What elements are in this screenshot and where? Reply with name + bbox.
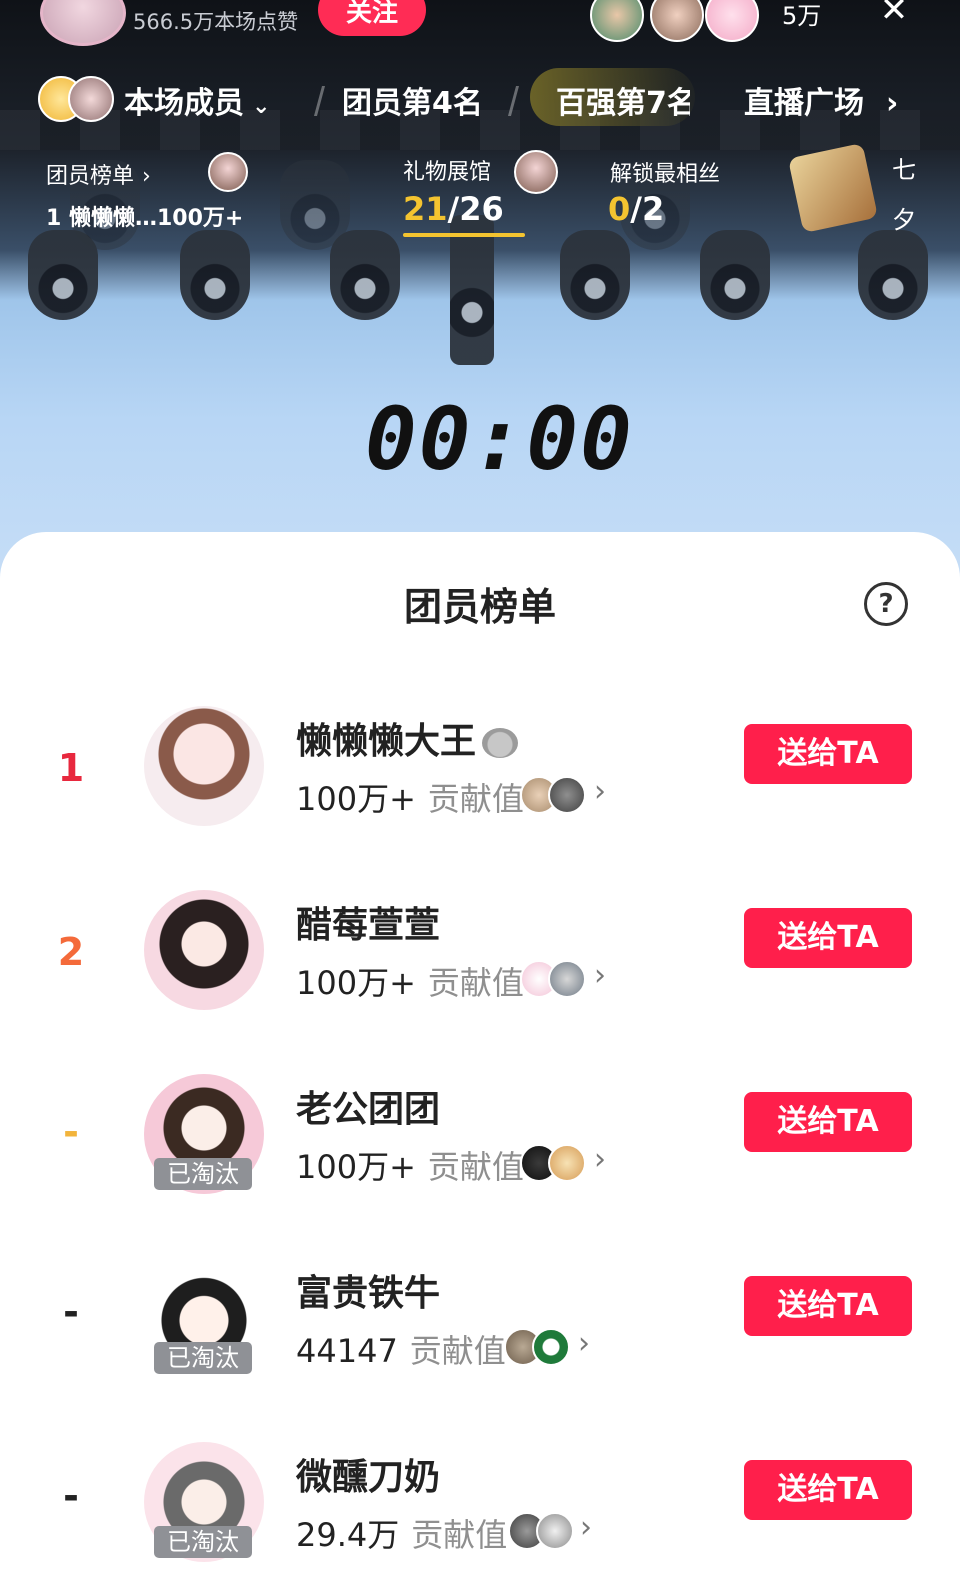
member-row[interactable]: - 已淘汰 富贵铁牛 44147 贡献值 › 送给TA — [0, 1254, 960, 1404]
close-icon[interactable]: ✕ — [878, 0, 910, 27]
give-gift-button[interactable]: 送给TA — [744, 724, 912, 784]
chevron-right-icon: › — [142, 164, 151, 189]
score-label: 贡献值 — [411, 1516, 508, 1554]
member-avatar[interactable] — [144, 890, 264, 1010]
score-label: 贡献值 — [409, 1332, 506, 1370]
gift-hall-total: /26 — [447, 190, 504, 228]
qixi-label[interactable]: 夕 — [892, 200, 916, 235]
member-row[interactable]: 2 醋莓萱萱 100万+ 贡献值 › 送给TA — [0, 886, 960, 1036]
member-avatar — [68, 76, 114, 122]
likes-count: 566.5万本场点赞 — [133, 10, 299, 34]
score-label: 贡献值 — [427, 780, 524, 818]
qixi-label[interactable]: 七 — [892, 150, 916, 185]
chevron-right-icon[interactable]: › — [594, 774, 606, 809]
member-name-text: 懒懒懒大王 — [296, 721, 477, 762]
gift-hall-count: 21 — [403, 190, 448, 228]
eliminated-badge: 已淘汰 — [154, 1526, 252, 1558]
member-avatar[interactable] — [144, 706, 264, 826]
panel-title: 团员榜单 — [403, 585, 556, 629]
eliminated-badge: 已淘汰 — [154, 1158, 252, 1190]
members-tab[interactable]: 本场成员 ⌄ — [124, 78, 270, 122]
member-name: 微醺刀奶 — [296, 1457, 441, 1498]
member-name: 老公团团 — [296, 1089, 441, 1130]
plaza-tab-label: 直播广场 — [744, 86, 864, 121]
unlock-progress[interactable]: 0/2 — [608, 190, 664, 228]
gift-hall-label[interactable]: 礼物展馆 — [403, 154, 491, 186]
member-row[interactable]: 1 懒懒懒大王 100万+ 贡献值 › 送给TA — [0, 702, 960, 852]
unlock-count: 0 — [608, 190, 631, 228]
follow-button[interactable]: 关注 — [318, 0, 426, 36]
member-row[interactable]: - 已淘汰 老公团团 100万+ 贡献值 › 送给TA — [0, 1070, 960, 1220]
rank-number: 2 — [57, 930, 85, 974]
stage-light — [858, 230, 928, 320]
help-icon[interactable]: ? — [864, 582, 908, 626]
rank-number: - — [63, 1110, 79, 1154]
fan-avatar[interactable] — [536, 1512, 574, 1550]
member-score: 29.4万 贡献值 — [296, 1510, 507, 1556]
score-value: 100万+ — [296, 1148, 416, 1186]
unlock-total: /2 — [630, 190, 665, 228]
fan-avatar[interactable] — [548, 776, 586, 814]
treasure-chest-icon[interactable] — [787, 142, 879, 234]
gift-hall-underline — [403, 233, 525, 237]
members-board-link[interactable]: 团员榜单 › — [46, 158, 151, 190]
score-value: 100万+ — [296, 780, 416, 818]
member-score: 44147 贡献值 — [296, 1326, 506, 1372]
rank-number: 1 — [57, 746, 85, 790]
chevron-down-icon: ⌄ — [252, 94, 271, 119]
fan-avatar[interactable] — [548, 1144, 586, 1182]
chevron-right-icon[interactable]: › — [594, 958, 606, 993]
member-score: 100万+ 贡献值 — [296, 774, 524, 820]
unlock-label[interactable]: 解锁最相丝 — [610, 156, 720, 188]
gift-hall-progress[interactable]: 21/26 — [403, 190, 504, 228]
member-score: 100万+ 贡献值 — [296, 1142, 524, 1188]
member-name: 富贵铁牛 — [296, 1273, 441, 1314]
stage-light — [560, 230, 630, 320]
rank-number: - — [63, 1290, 79, 1334]
members-board-label: 团员榜单 — [46, 164, 135, 189]
member-rank-tab[interactable]: 团员第4名 — [342, 78, 483, 122]
give-gift-button[interactable]: 送给TA — [744, 908, 912, 968]
gift-hall-avatar — [514, 150, 558, 194]
score-value: 29.4万 — [296, 1516, 400, 1554]
members-panel — [0, 532, 960, 1581]
members-tab-label: 本场成员 — [124, 86, 244, 121]
online-count[interactable]: 5万 — [782, 0, 821, 31]
eliminated-badge: 已淘汰 — [154, 1342, 252, 1374]
score-value: 44147 — [296, 1332, 398, 1370]
score-label: 贡献值 — [427, 964, 524, 1002]
score-value: 100万+ — [296, 964, 416, 1002]
top-member-avatar — [208, 152, 248, 192]
rank-number: - — [63, 1474, 79, 1518]
member-row[interactable]: - 已淘汰 微醺刀奶 29.4万 贡献值 › 送给TA — [0, 1438, 960, 1588]
stage-light — [330, 230, 400, 320]
countdown-timer: 00:00 — [365, 390, 634, 490]
chevron-right-icon[interactable]: › — [594, 1142, 606, 1177]
koala-icon — [482, 728, 519, 758]
top100-tab[interactable]: 百强第7名 — [556, 78, 690, 122]
stage-light — [180, 230, 250, 320]
members-board-top: 1 懒懒懒…100万+ — [46, 206, 244, 231]
member-name: 醋莓萱萱 — [296, 905, 441, 946]
stage-light — [280, 160, 350, 250]
member-name: 懒懒懒大王 — [296, 712, 519, 764]
member-score: 100万+ 贡献值 — [296, 958, 524, 1004]
give-gift-button[interactable]: 送给TA — [744, 1092, 912, 1152]
stage-light — [700, 230, 770, 320]
fan-avatar[interactable] — [548, 960, 586, 998]
chevron-right-icon[interactable]: › — [580, 1510, 592, 1545]
chevron-right-icon[interactable]: › — [578, 1326, 590, 1361]
plaza-tab[interactable]: 直播广场 › — [744, 78, 898, 122]
fan-avatar[interactable] — [532, 1328, 570, 1366]
stage-light — [450, 215, 494, 365]
chevron-right-icon: › — [886, 86, 899, 121]
give-gift-button[interactable]: 送给TA — [744, 1460, 912, 1520]
give-gift-button[interactable]: 送给TA — [744, 1276, 912, 1336]
score-label: 贡献值 — [427, 1148, 524, 1186]
